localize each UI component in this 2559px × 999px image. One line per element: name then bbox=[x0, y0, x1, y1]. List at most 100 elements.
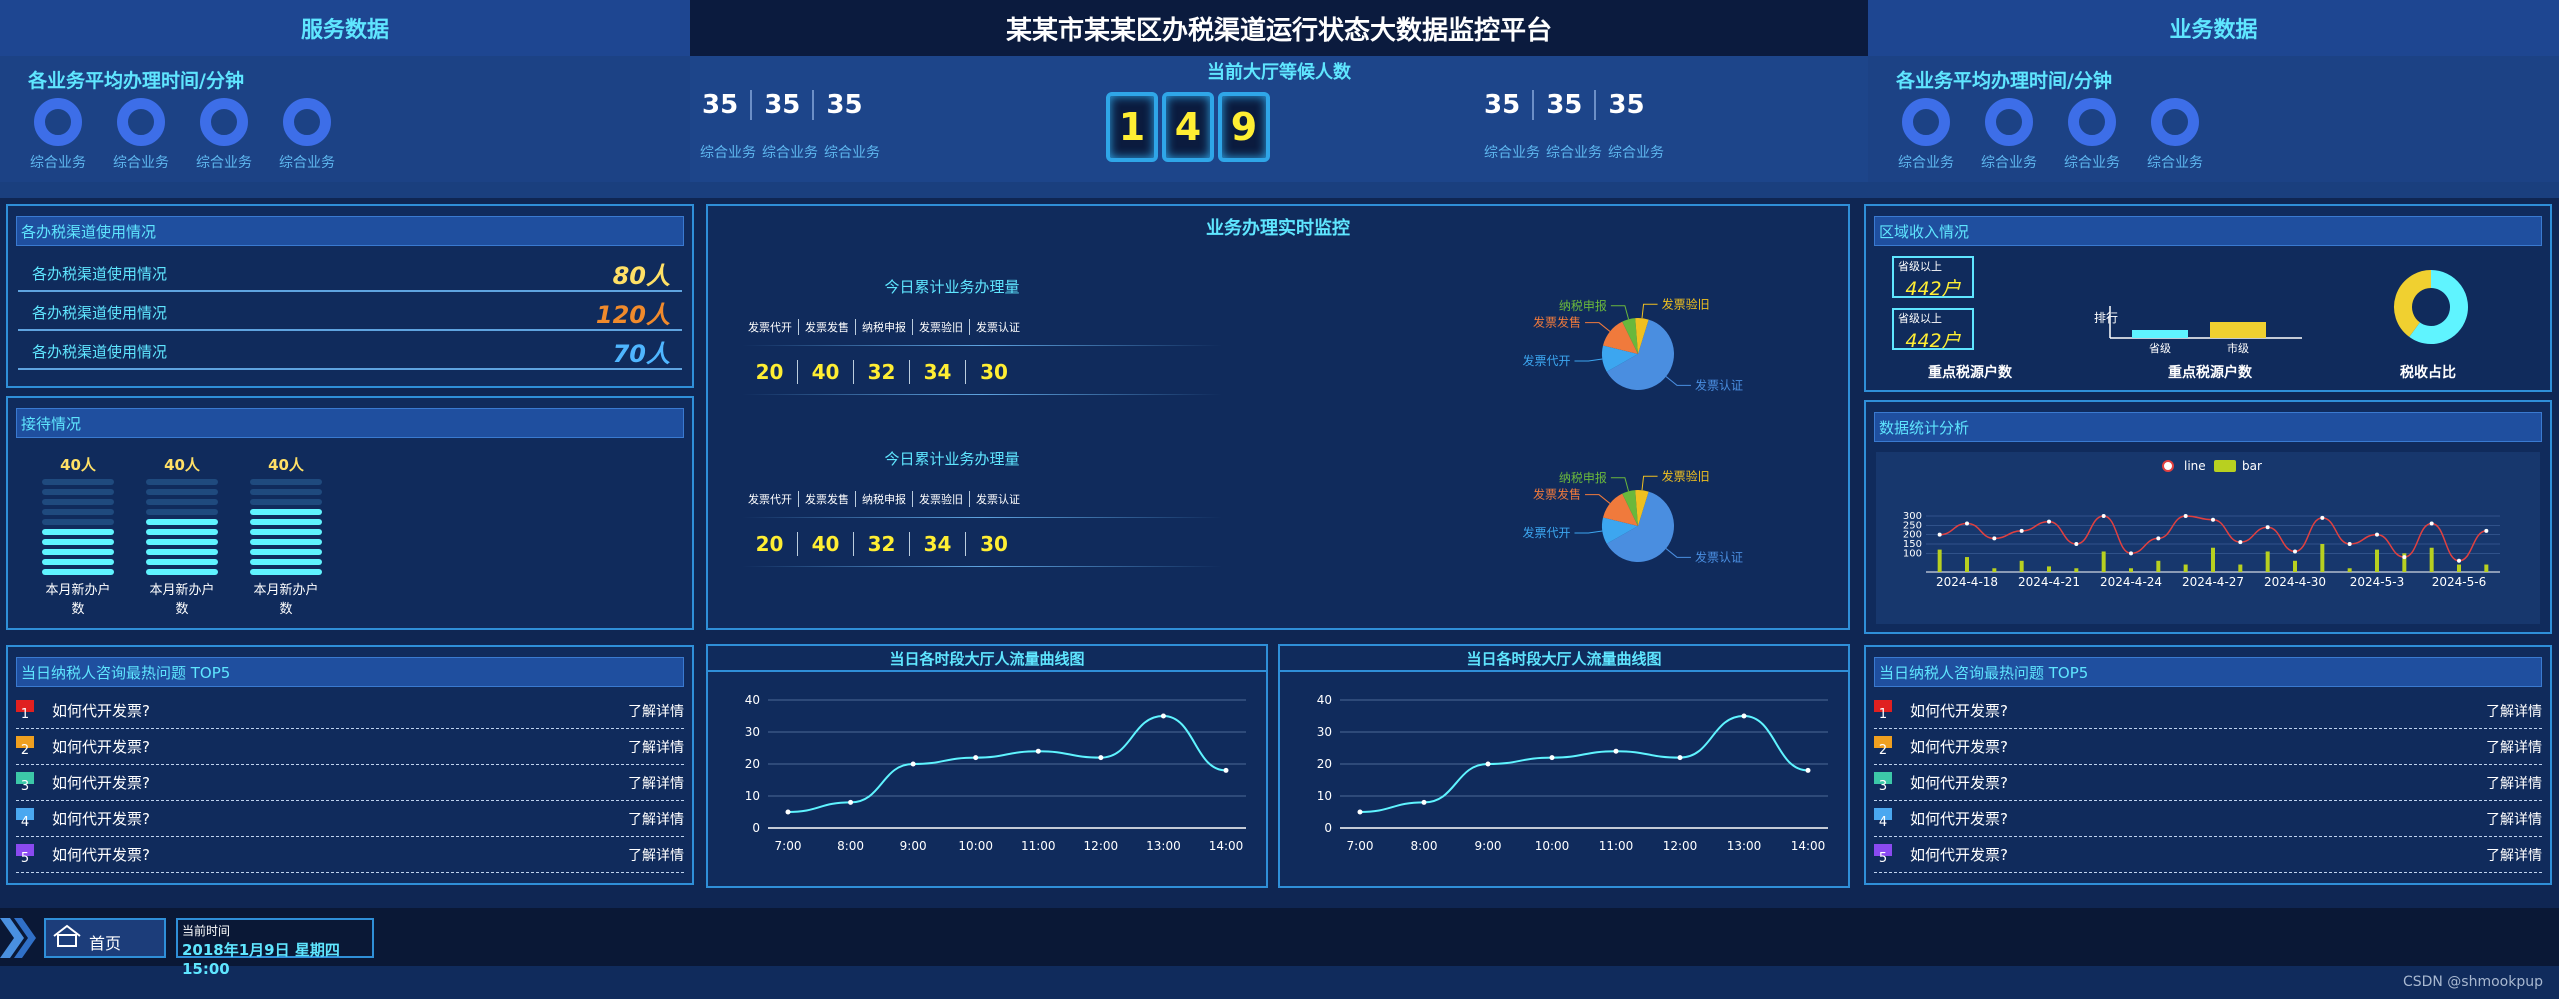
home-button[interactable]: 首页 bbox=[44, 918, 166, 958]
region-caption-2: 重点税源户数 bbox=[2168, 365, 2252, 381]
faq-row[interactable]: 2 如何代开发票? 了解详情 bbox=[1874, 729, 2542, 765]
monitor-category: 发票发售 bbox=[799, 491, 856, 507]
business-pie-chart-1: 发票认证 发票代开 发票发售 纳税申报 发票验旧 bbox=[1522, 296, 1743, 392]
faq-more-link[interactable]: 了解详情 bbox=[2486, 737, 2542, 757]
bar-segment bbox=[42, 569, 114, 575]
service-ring-item: 综合业务 bbox=[18, 98, 98, 172]
queue-number-label: 综合业务 bbox=[1484, 145, 1540, 161]
stats-bar bbox=[1965, 557, 1969, 572]
bar-segment bbox=[146, 549, 218, 555]
faq-question: 如何代开发票? bbox=[52, 810, 150, 828]
legend-line-icon bbox=[2162, 460, 2174, 472]
faq-row[interactable]: 3 如何代开发票? 了解详情 bbox=[1874, 765, 2542, 801]
legend-bar-icon bbox=[2214, 460, 2236, 472]
y-tick-label: 20 bbox=[1317, 757, 1332, 771]
rank-badge: 1 bbox=[1874, 699, 1892, 722]
faq-more-link[interactable]: 了解详情 bbox=[628, 737, 684, 757]
x-tick-label: 12:00 bbox=[1084, 839, 1119, 853]
queue-number-label: 综合业务 bbox=[700, 145, 756, 161]
flow-right-title: 当日各时段大厅人流量曲线图 bbox=[1280, 646, 1848, 672]
x-tick-label: 2024-4-27 bbox=[2182, 575, 2244, 589]
monitor-value: 20 bbox=[742, 532, 798, 556]
faq-row[interactable]: 4 如何代开发票? 了解详情 bbox=[16, 801, 684, 837]
faq-more-link[interactable]: 了解详情 bbox=[2486, 773, 2542, 793]
ring-label: 综合业务 bbox=[2064, 155, 2120, 171]
queue-panel: 当前大厅等候人数 35 35 35 综合业务 综合业务 综合业务 149 35 35 35 … bbox=[690, 56, 1868, 182]
faq-row[interactable]: 4 如何代开发票? 了解详情 bbox=[1874, 801, 2542, 837]
divider-line bbox=[742, 394, 1222, 395]
y-tick-label: 40 bbox=[1317, 693, 1332, 707]
flow-point bbox=[1223, 767, 1229, 773]
x-tick-label: 7:00 bbox=[775, 839, 802, 853]
bar-segment bbox=[146, 489, 218, 495]
bar-segment bbox=[146, 479, 218, 485]
monitor-values: 20 40 32 34 30 bbox=[742, 532, 1242, 556]
page-title: 某某市某某区办税渠道运行状态大数据监控平台 bbox=[690, 0, 1868, 56]
pie-label: 发票验旧 bbox=[1662, 296, 1710, 311]
stats-bar bbox=[2156, 560, 2161, 572]
faq-more-link[interactable]: 了解详情 bbox=[628, 845, 684, 865]
monitor-value: 40 bbox=[798, 360, 854, 384]
monitor-categories: 发票代开 发票发售 纳税申报 发票验旧 发票认证 bbox=[742, 491, 1242, 507]
bar-segment bbox=[250, 539, 322, 545]
faq-row[interactable]: 5 如何代开发票? 了解详情 bbox=[16, 837, 684, 873]
rank-badge: 4 bbox=[1874, 807, 1892, 830]
monitor-value: 40 bbox=[798, 532, 854, 556]
reception-bar: 40人 本月新办户数 bbox=[250, 454, 322, 617]
stats-bar bbox=[2183, 564, 2188, 572]
faq-row[interactable]: 1 如何代开发票? 了解详情 bbox=[16, 693, 684, 729]
y-tick-label: 10 bbox=[1317, 789, 1332, 803]
service-ring-item: 综合业务 bbox=[1886, 98, 1966, 172]
stats-point bbox=[2457, 558, 2461, 563]
pie-leader bbox=[1641, 475, 1658, 491]
flow-point bbox=[1805, 767, 1811, 773]
faq-more-link[interactable]: 了解详情 bbox=[2486, 845, 2542, 865]
region-caption-3: 税收占比 bbox=[2400, 365, 2456, 381]
monitor-value: 32 bbox=[854, 360, 910, 384]
faq-row[interactable]: 1 如何代开发票? 了解详情 bbox=[1874, 693, 2542, 729]
chevrons-icon bbox=[0, 918, 36, 958]
monitor-value: 30 bbox=[980, 532, 1008, 556]
faq-more-link[interactable]: 了解详情 bbox=[2486, 701, 2542, 721]
faq-row[interactable]: 5 如何代开发票? 了解详情 bbox=[1874, 837, 2542, 873]
region-bar-chart: 排行省级 市级 bbox=[2094, 306, 2302, 355]
monitor-value: 32 bbox=[854, 532, 910, 556]
y-tick-label: 30 bbox=[745, 725, 760, 739]
faq-more-link[interactable]: 了解详情 bbox=[628, 701, 684, 721]
faq-row[interactable]: 3 如何代开发票? 了解详情 bbox=[16, 765, 684, 801]
divider-line bbox=[742, 345, 1222, 346]
bar-segment bbox=[146, 529, 218, 535]
faq-more-link[interactable]: 了解详情 bbox=[2486, 809, 2542, 829]
services-left-title: 各业务平均办理时间/分钟 bbox=[28, 70, 244, 92]
bar-segment bbox=[146, 539, 218, 545]
queue-title: 当前大厅等候人数 bbox=[1207, 62, 1351, 83]
reception-bar-value: 40人 bbox=[268, 456, 304, 474]
stats-point bbox=[2402, 555, 2407, 560]
pie-label: 发票验旧 bbox=[1662, 468, 1710, 483]
bar-segment bbox=[146, 569, 218, 575]
bar-segment bbox=[42, 519, 114, 525]
ring-icon bbox=[2151, 98, 2199, 146]
stats-bar bbox=[2047, 566, 2051, 572]
stats-bar bbox=[2429, 547, 2434, 572]
faq-more-link[interactable]: 了解详情 bbox=[628, 809, 684, 829]
ring-label: 综合业务 bbox=[196, 155, 252, 171]
stats-point bbox=[2347, 542, 2352, 546]
faq-more-link[interactable]: 了解详情 bbox=[628, 773, 684, 793]
stats-bar bbox=[2457, 564, 2461, 572]
flow-line-chart-right: 0 10 20 30 40 7:00 8:00 9:00 10:00 11:00 12:00 13:0… bbox=[1317, 693, 1828, 853]
flow-point bbox=[785, 809, 791, 815]
region-bar-label: 省级 bbox=[2149, 342, 2171, 355]
queue-number-label: 综合业务 bbox=[1608, 145, 1664, 161]
rank-badge: 2 bbox=[16, 735, 34, 758]
stats-point bbox=[2129, 551, 2133, 556]
y-tick-label: 40 bbox=[745, 693, 760, 707]
faq-question: 如何代开发票? bbox=[1910, 738, 2008, 756]
service-ring-item: 综合业务 bbox=[2052, 98, 2132, 172]
reception-bar: 40人 本月新办户数 bbox=[146, 454, 218, 617]
service-ring-item: 综合业务 bbox=[267, 98, 347, 172]
monitor-value: 30 bbox=[980, 360, 1008, 384]
x-tick-label: 11:00 bbox=[1021, 839, 1056, 853]
faq-row[interactable]: 2 如何代开发票? 了解详情 bbox=[16, 729, 684, 765]
queue-number: 35 bbox=[826, 90, 863, 120]
